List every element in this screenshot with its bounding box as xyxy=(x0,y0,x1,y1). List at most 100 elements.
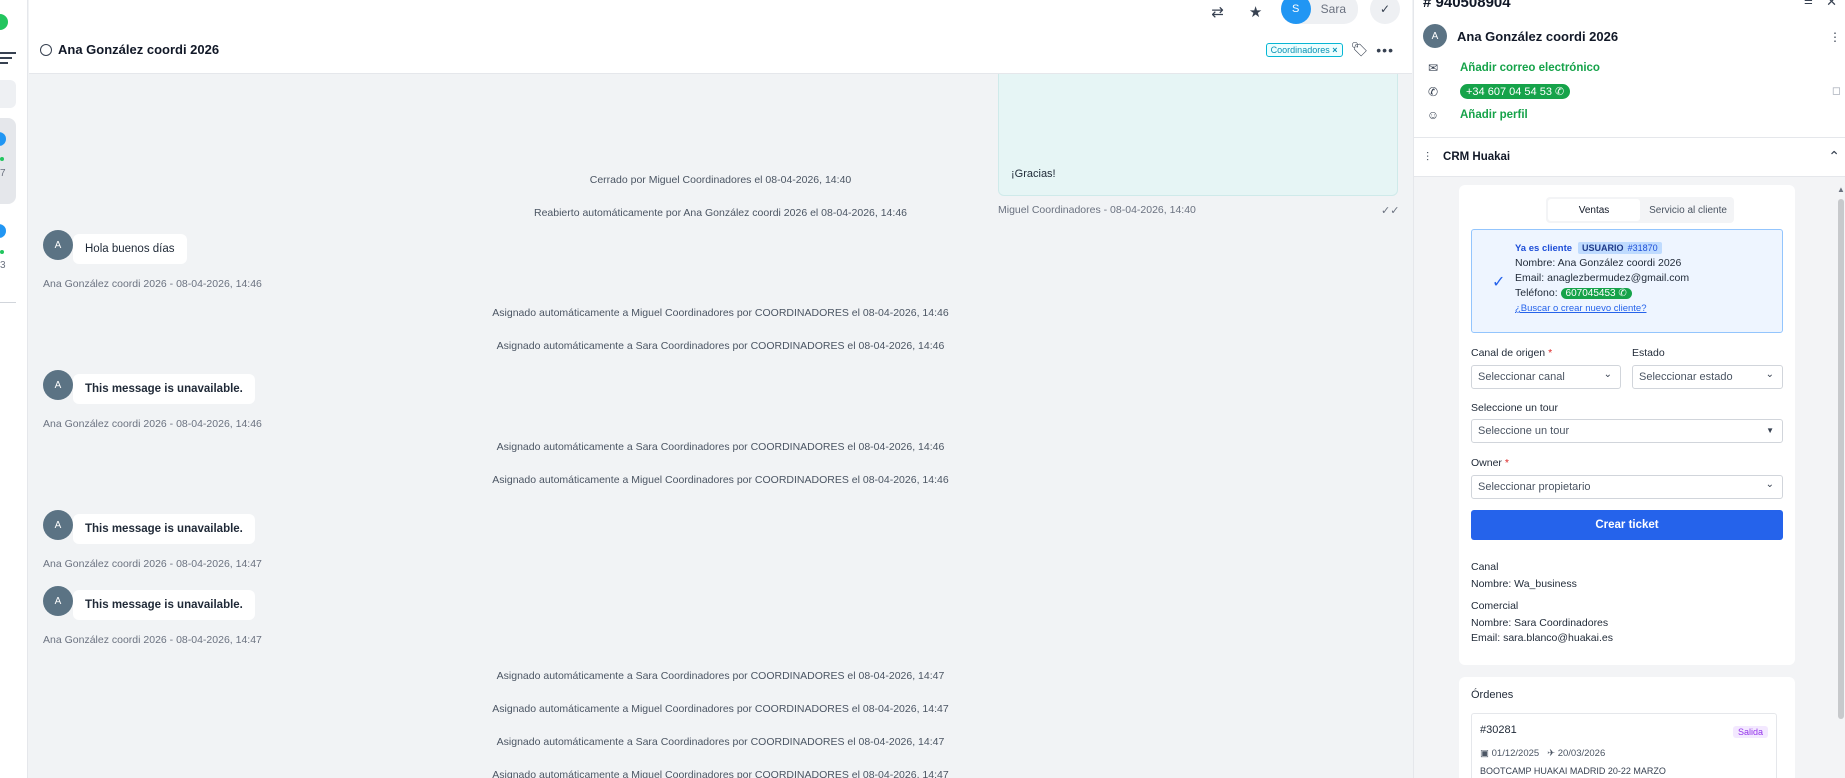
comercial-email: Email: sara.blanco@huakai.es xyxy=(1471,632,1613,644)
tour-select[interactable]: Seleccione un tour ▼ xyxy=(1471,419,1783,443)
chevron-down-icon: ⌄ xyxy=(1765,479,1774,490)
owner-label: Owner * xyxy=(1471,457,1509,469)
client-email-label: Email: xyxy=(1515,272,1545,284)
resolve-button[interactable]: ✓ xyxy=(1370,0,1400,24)
search-box-edge[interactable] xyxy=(0,80,16,108)
client-name-label: Nombre: xyxy=(1515,257,1556,269)
comercial-section-title: Comercial xyxy=(1471,600,1519,612)
calendar-icon: ▣ xyxy=(1480,748,1489,759)
sender-avatar: A xyxy=(43,230,73,260)
crm-tabs: Ventas Servicio al cliente xyxy=(1546,197,1734,223)
search-client-link[interactable]: ¿Buscar o crear nuevo cliente? xyxy=(1515,303,1646,314)
sender-avatar: A xyxy=(43,586,73,616)
client-info-box: ✓ Ya es cliente USUARIO #31870 Nombre: Ana… xyxy=(1471,229,1783,333)
chevron-down-icon: ⌄ xyxy=(1603,369,1612,380)
estado-select[interactable]: Seleccionar estado ⌄ xyxy=(1632,365,1783,389)
orders-card: Órdenes #30281 Salida ▣ 01/12/2025 ✈ 20/… xyxy=(1459,677,1795,778)
sender-avatar: A xyxy=(43,370,73,400)
canal-label: Canal de origen * xyxy=(1471,347,1552,359)
flight-icon: ✈ xyxy=(1547,748,1556,759)
assigned-agent[interactable]: S Sara xyxy=(1280,0,1358,24)
tab-ventas[interactable]: Ventas xyxy=(1548,199,1640,221)
chat-bubble-icon[interactable]: ◻ xyxy=(1832,84,1841,97)
add-profile-link[interactable]: Añadir perfil xyxy=(1460,109,1528,121)
conversation-list-strip: 7 3 xyxy=(0,0,28,778)
order-dates: ▣ 01/12/2025 ✈ 20/03/2026 xyxy=(1480,748,1605,759)
order-number: #30281 xyxy=(1480,724,1517,736)
scrollbar-thumb[interactable] xyxy=(1838,199,1844,719)
chat-header: ⇄ ★ S Sara ✓ Ana González coordi 2026 Co… xyxy=(29,0,1412,74)
canal-section-title: Canal xyxy=(1471,561,1499,573)
system-event: Asignado automáticamente a Sara Coordina… xyxy=(496,340,945,352)
conversation-count: 7 xyxy=(0,168,6,179)
filter-icon[interactable] xyxy=(0,52,16,64)
tags-icon[interactable]: 🏷 xyxy=(1351,41,1369,58)
contact-avatar: A xyxy=(1423,24,1447,48)
canal-name: Nombre: Wa_business xyxy=(1471,578,1577,590)
profile-icon: ☺ xyxy=(1426,108,1440,122)
star-icon[interactable]: ★ xyxy=(1243,0,1269,24)
check-icon: ✓ xyxy=(1492,274,1506,291)
tag-chip[interactable]: Coordinadores × xyxy=(1265,42,1343,57)
message-text: This message is unavailable. xyxy=(73,514,255,544)
conversation-avatar[interactable] xyxy=(0,224,6,238)
user-id: #31870 xyxy=(1627,243,1658,253)
conversation-item-active[interactable] xyxy=(0,118,16,204)
profile-row[interactable]: ☺ Añadir perfil xyxy=(1426,108,1528,122)
order-end-date: 20/03/2026 xyxy=(1557,748,1606,759)
scroll-up-icon[interactable]: ▲ xyxy=(1837,185,1845,194)
phone-number[interactable]: +34 607 04 54 53 ✆ xyxy=(1460,84,1571,99)
header-tools: Coordinadores × 🏷 ••• xyxy=(1265,41,1394,58)
crm-card: Ventas Servicio al cliente ✓ Ya es clien… xyxy=(1459,185,1795,665)
more-vertical-icon[interactable]: ⋮ xyxy=(1829,30,1841,44)
status-dot xyxy=(0,157,4,161)
message-meta: Ana González coordi 2026 - 08-04-2026, 1… xyxy=(43,558,262,570)
required-mark: * xyxy=(1504,457,1509,469)
tour-label: Seleccione un tour xyxy=(1471,402,1558,414)
contact-name: Ana González coordi 2026 xyxy=(1457,28,1619,44)
tab-servicio-cliente[interactable]: Servicio al cliente xyxy=(1642,197,1734,223)
client-phone[interactable]: 607045453 ✆ xyxy=(1560,288,1632,299)
transfer-icon[interactable]: ⇄ xyxy=(1205,0,1231,24)
whatsapp-icon xyxy=(40,43,52,56)
chevron-up-icon[interactable]: ⌃ xyxy=(1828,148,1840,165)
panel-scrollbar[interactable]: ▲ xyxy=(1835,185,1845,725)
canal-select[interactable]: Seleccionar canal ⌄ xyxy=(1471,365,1621,389)
phone-row[interactable]: ✆ +34 607 04 54 53 ✆ xyxy=(1426,84,1571,99)
user-badge: USUARIO #31870 xyxy=(1578,242,1662,254)
system-event: Reabierto automáticamente por Ana Gonzál… xyxy=(534,207,907,219)
order-status-badge: Salida xyxy=(1732,726,1768,738)
owner-placeholder: Seleccionar propietario xyxy=(1478,481,1591,493)
system-event: Asignado automáticamente a Sara Coordina… xyxy=(496,670,945,682)
crm-section-header[interactable]: ⫶ CRM Huakai ⌃ xyxy=(1414,137,1845,177)
message-meta: Ana González coordi 2026 - 08-04-2026, 1… xyxy=(43,278,262,290)
message-text: This message is unavailable. xyxy=(73,374,255,404)
list-icon[interactable]: ☰ xyxy=(1804,0,1813,7)
order-item[interactable]: #30281 Salida ▣ 01/12/2025 ✈ 20/03/2026 … xyxy=(1471,713,1777,778)
system-event: Asignado automáticamente a Sara Coordina… xyxy=(496,441,945,453)
more-icon[interactable]: ••• xyxy=(1376,42,1394,58)
estado-placeholder: Seleccionar estado xyxy=(1639,371,1733,383)
system-event: Asignado automáticamente a Sara Coordina… xyxy=(496,736,945,748)
crm-title: CRM Huakai xyxy=(1443,151,1511,163)
agent-avatar: S xyxy=(1280,0,1311,24)
required-mark: * xyxy=(1548,347,1553,359)
ticket-number: # 940508904 xyxy=(1423,0,1511,11)
order-product-name: BOOTCAMP HUAKAI MADRID 20-22 MARZO xyxy=(1480,766,1666,776)
caret-down-icon: ▼ xyxy=(1766,426,1774,435)
email-row[interactable]: ✉ Añadir correo electrónico xyxy=(1426,61,1600,75)
create-ticket-button[interactable]: Crear ticket xyxy=(1471,510,1783,540)
sender-avatar: A xyxy=(43,510,73,540)
close-icon[interactable]: ✕ xyxy=(1826,0,1837,10)
remove-tag-icon[interactable]: × xyxy=(1332,45,1337,55)
system-event: Asignado automáticamente a Miguel Coordi… xyxy=(492,769,949,778)
estado-label: Estado xyxy=(1632,347,1665,359)
system-event: Asignado automáticamente a Miguel Coordi… xyxy=(492,474,949,486)
client-status: Ya es cliente xyxy=(1515,243,1573,254)
chat-messages[interactable]: ¡Gracias! Miguel Coordinadores - 08-04-2… xyxy=(29,74,1412,778)
agent-name: Sara xyxy=(1320,2,1346,16)
add-email-link[interactable]: Añadir correo electrónico xyxy=(1460,62,1600,74)
contact-name: Ana González coordi 2026 xyxy=(58,42,220,57)
owner-select[interactable]: Seleccionar propietario ⌄ xyxy=(1471,475,1783,499)
comercial-name: Nombre: Sara Coordinadores xyxy=(1471,617,1609,629)
